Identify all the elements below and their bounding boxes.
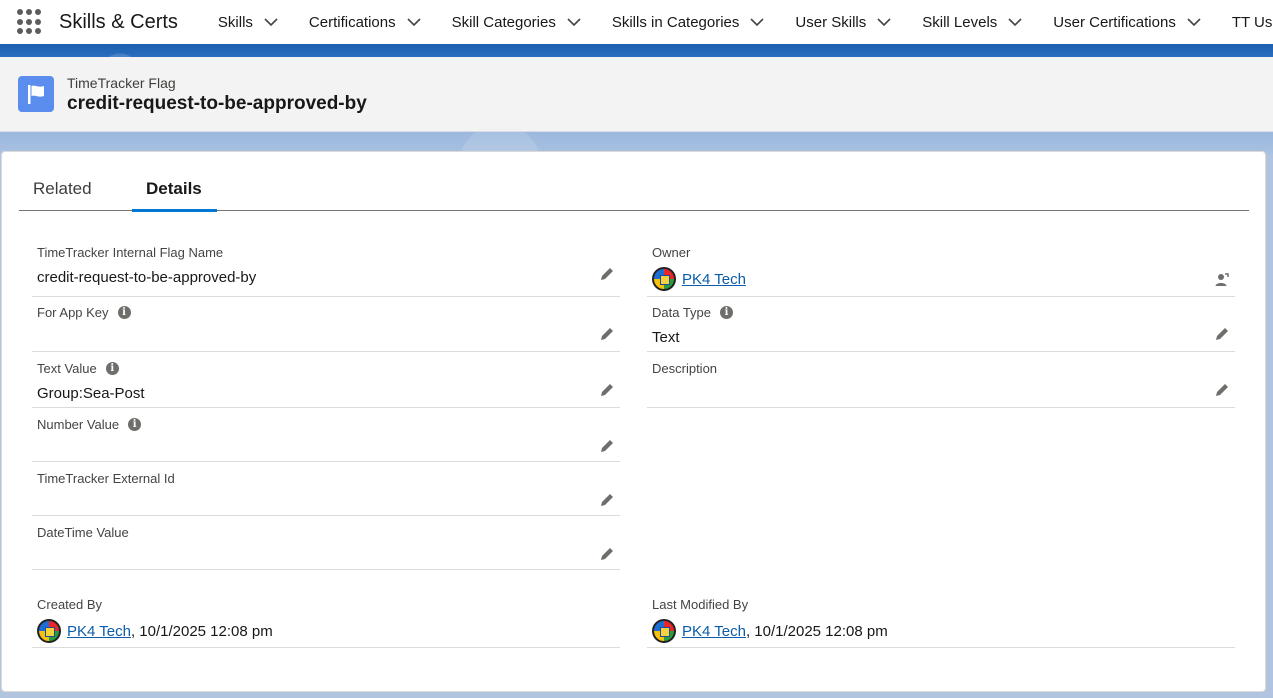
field-label: Created By — [37, 597, 103, 612]
nav-item-label: Skills — [217, 13, 253, 31]
edit-pencil-icon[interactable] — [1213, 325, 1231, 343]
chevron-down-icon[interactable] — [749, 14, 765, 30]
chevron-down-icon[interactable] — [566, 14, 582, 30]
field-label: For App Key i — [37, 305, 131, 320]
nav-item-user-skills[interactable]: User Skills — [795, 14, 892, 31]
field-owner: Owner PK4 Tech — [647, 240, 1235, 297]
info-icon[interactable]: i — [105, 362, 119, 375]
field-created-by: Created By PK4 Tech , 10/1/2025 12:08 pm — [32, 592, 620, 648]
field-internal-flag-name: TimeTracker Internal Flag Name credit-re… — [32, 240, 620, 297]
field-label: Number Value i — [37, 417, 142, 432]
edit-pencil-icon[interactable] — [1213, 381, 1231, 399]
record-detail-card: Related Details TimeTracker Internal Fla… — [1, 151, 1266, 692]
owner-user-link[interactable]: PK4 Tech — [682, 271, 746, 288]
change-owner-icon[interactable] — [1213, 271, 1231, 289]
nav-item-label: Skill Levels — [922, 13, 998, 31]
nav-item-tt-users[interactable]: TT Users In — [1232, 14, 1273, 31]
field-value: PK4 Tech — [652, 267, 746, 291]
info-icon[interactable]: i — [117, 306, 131, 319]
field-number-value: Number Value i — [32, 412, 620, 462]
edit-pencil-icon[interactable] — [598, 325, 616, 343]
field-last-modified-by: Last Modified By PK4 Tech , 10/1/2025 12… — [647, 592, 1235, 648]
info-icon[interactable]: i — [720, 306, 734, 319]
nav-item-label: Skills in Categories — [611, 13, 740, 31]
edit-pencil-icon[interactable] — [598, 437, 616, 455]
chevron-down-icon[interactable] — [1007, 14, 1023, 30]
nav-item-label: User Certifications — [1053, 13, 1176, 31]
nav-item-label: User Skills — [795, 13, 867, 31]
active-tab-indicator — [132, 209, 217, 212]
field-datetime-value: DateTime Value — [32, 520, 620, 570]
field-label-text: Text Value — [37, 361, 97, 376]
edit-pencil-icon[interactable] — [598, 265, 616, 283]
field-label: Owner — [652, 245, 691, 260]
field-for-app-key: For App Key i — [32, 300, 620, 352]
nav-item-skills[interactable]: Skills — [218, 14, 279, 31]
last-modified-user-link[interactable]: PK4 Tech — [682, 623, 746, 640]
field-label: TimeTracker External Id — [37, 471, 175, 486]
info-icon[interactable]: i — [128, 418, 142, 431]
app-name: Skills & Certs — [59, 10, 178, 33]
chevron-down-icon[interactable] — [876, 14, 892, 30]
field-value: credit-request-to-be-approved-by — [37, 269, 257, 286]
record-title: credit-request-to-be-approved-by — [67, 93, 367, 114]
field-value: Text — [652, 329, 680, 346]
nav-item-user-certifications[interactable]: User Certifications — [1053, 14, 1202, 31]
user-avatar-icon — [652, 619, 676, 643]
field-label: TimeTracker Internal Flag Name — [37, 245, 224, 260]
field-text-value: Text Value i Group:Sea-Post — [32, 356, 620, 408]
record-header: TimeTracker Flag credit-request-to-be-ap… — [0, 57, 1273, 132]
created-by-user-link[interactable]: PK4 Tech — [67, 623, 131, 640]
tab-details[interactable]: Details — [132, 179, 216, 199]
nav-item-label: Skill Categories — [451, 13, 556, 31]
edit-pencil-icon[interactable] — [598, 381, 616, 399]
chevron-down-icon[interactable] — [1186, 14, 1202, 30]
field-description: Description — [647, 356, 1235, 408]
tab-related[interactable]: Related — [19, 179, 106, 199]
flag-icon — [18, 76, 54, 112]
nav-item-skill-levels[interactable]: Skill Levels — [922, 14, 1023, 31]
field-value: PK4 Tech , 10/1/2025 12:08 pm — [652, 619, 888, 643]
field-label-text: For App Key — [37, 305, 109, 320]
field-label: Text Value i — [37, 361, 119, 376]
created-date: , 10/1/2025 12:08 pm — [130, 622, 273, 640]
tab-bar: Related Details — [19, 172, 1249, 212]
field-label-text: Data Type — [652, 305, 712, 320]
nav-item-certifications[interactable]: Certifications — [309, 14, 422, 31]
edit-pencil-icon[interactable] — [598, 545, 616, 563]
nav-item-skills-in-categories[interactable]: Skills in Categories — [612, 14, 766, 31]
nav-item-label: TT Users In — [1231, 13, 1273, 31]
field-external-id: TimeTracker External Id — [32, 466, 620, 516]
field-label: DateTime Value — [37, 525, 129, 540]
field-value: Group:Sea-Post — [37, 385, 145, 402]
last-modified-date: , 10/1/2025 12:08 pm — [745, 622, 888, 640]
chevron-down-icon[interactable] — [406, 14, 422, 30]
record-object-type: TimeTracker Flag — [67, 75, 176, 91]
field-label-text: Number Value — [37, 417, 120, 432]
user-avatar-icon — [37, 619, 61, 643]
global-nav: Skills & Certs Skills Certifications Ski… — [0, 0, 1273, 44]
user-avatar-icon — [652, 267, 676, 291]
app-launcher-icon[interactable] — [17, 9, 41, 35]
field-label: Description — [652, 361, 718, 376]
field-value: PK4 Tech , 10/1/2025 12:08 pm — [37, 619, 273, 643]
field-label: Data Type i — [652, 305, 734, 320]
edit-pencil-icon[interactable] — [598, 491, 616, 509]
field-label: Last Modified By — [652, 597, 749, 612]
nav-item-skill-categories[interactable]: Skill Categories — [452, 14, 582, 31]
field-data-type: Data Type i Text — [647, 300, 1235, 352]
chevron-down-icon[interactable] — [263, 14, 279, 30]
nav-item-label: Certifications — [308, 13, 396, 31]
